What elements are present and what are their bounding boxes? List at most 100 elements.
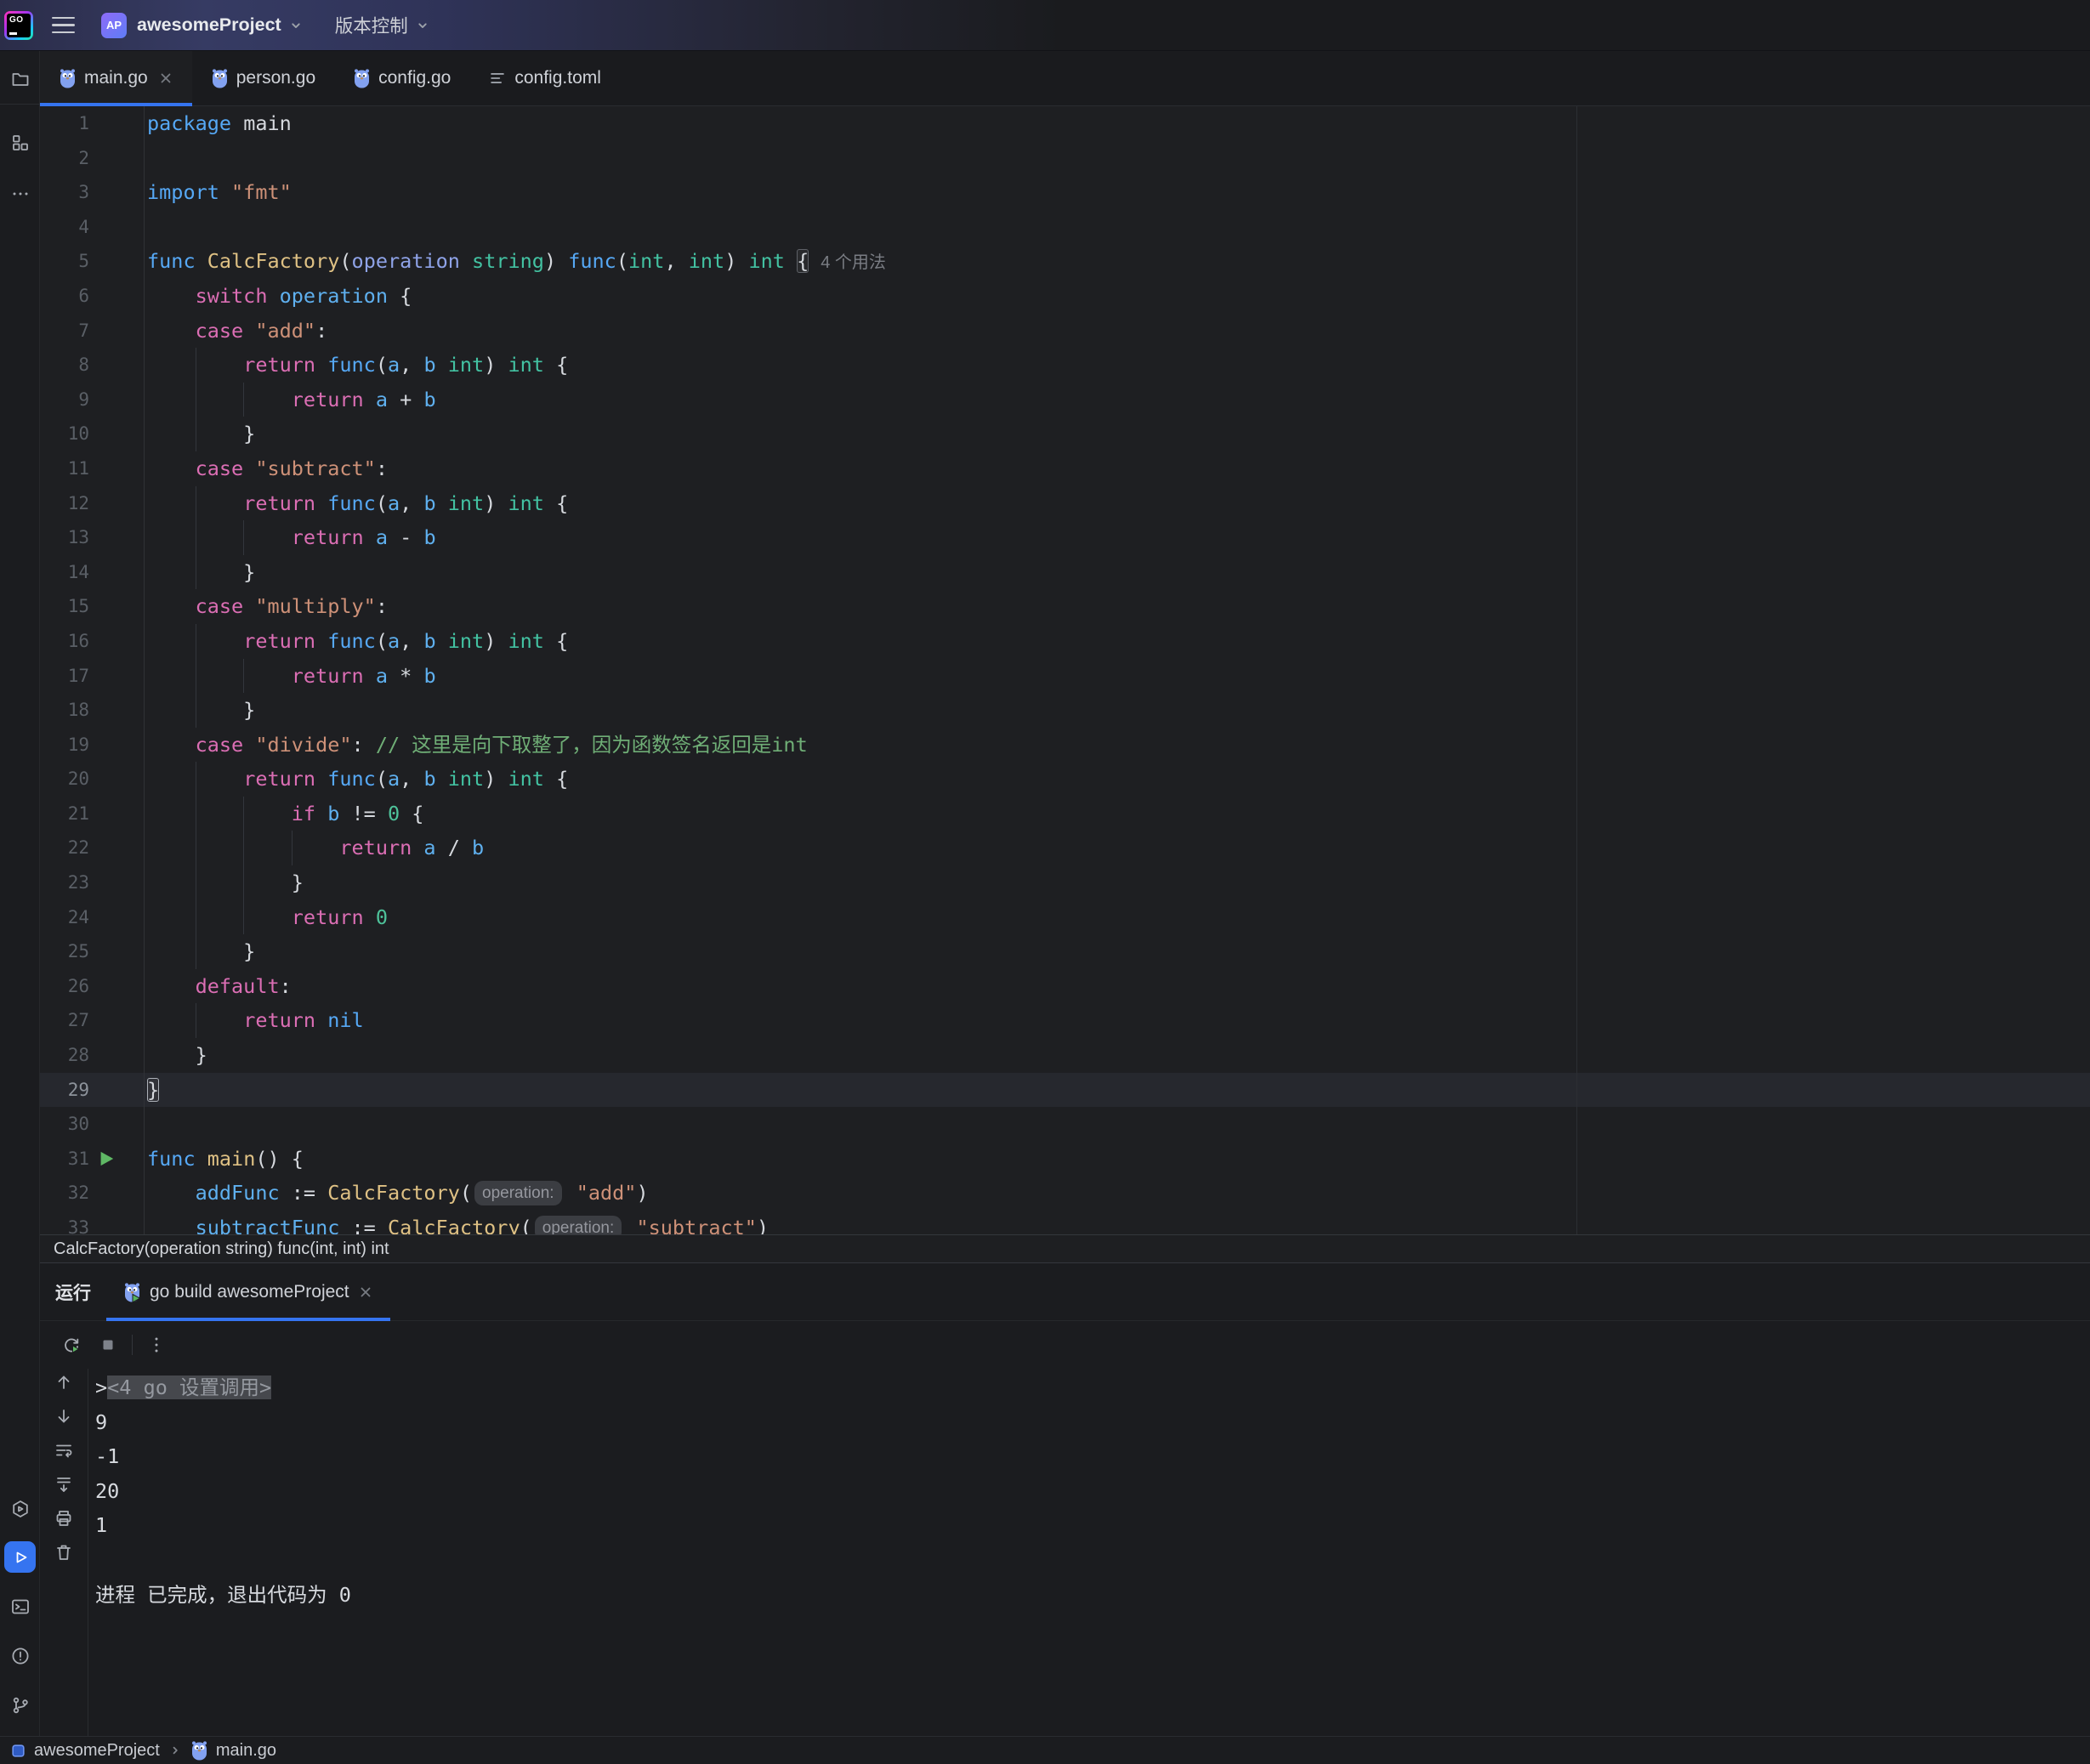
code-text: } [145,1073,2090,1108]
soft-wrap-icon [54,1440,74,1461]
soft-wrap-button[interactable] [52,1438,76,1462]
stop-button[interactable] [95,1332,121,1358]
line-number: 25 [40,934,89,969]
project-selector[interactable]: AP awesomeProject [101,13,304,38]
run-window-header: 运行 go build awesomeProject [40,1263,2090,1321]
more-options-button[interactable] [144,1332,169,1358]
code-line-7[interactable]: 7 case "add": [40,314,2090,349]
problems-tool-button[interactable] [8,1643,32,1668]
code-line-29[interactable]: 29} [40,1073,2090,1108]
services-icon [10,1499,31,1519]
line-number: 14 [40,555,89,590]
gutter [89,934,145,969]
code-line-10[interactable]: 10 } [40,417,2090,451]
tab-config.go[interactable]: config.go [334,51,469,105]
code-line-30[interactable]: 30 [40,1107,2090,1142]
gutter [89,279,145,314]
print-button[interactable] [52,1506,76,1530]
run-icon [10,1547,31,1568]
code-line-6[interactable]: 6 switch operation { [40,279,2090,314]
terminal-tool-button[interactable] [8,1594,32,1619]
code-line-11[interactable]: 11 case "subtract": [40,451,2090,486]
git-tool-button[interactable] [8,1693,32,1717]
code-line-24[interactable]: 24 return 0 [40,900,2090,935]
console-toolbar [40,1369,88,1736]
code-line-15[interactable]: 15 case "multiply": [40,589,2090,624]
tab-config.toml[interactable]: config.toml [469,51,620,105]
scroll-end-icon [54,1474,74,1495]
code-line-31[interactable]: 31func main() { [40,1142,2090,1177]
run-tool-button[interactable] [4,1541,36,1573]
code-line-13[interactable]: 13 return a - b [40,520,2090,555]
gutter [89,659,145,694]
go-file-icon [59,68,77,88]
gutter [89,210,145,245]
status-file-widget[interactable]: main.go [190,1740,276,1761]
run-gutter-icon[interactable] [94,1148,116,1170]
console-output[interactable]: ><4 go 设置调用>9-1201 进程 已完成，退出代码为 0 [88,1369,2090,1736]
gutter [89,865,145,900]
gutter [89,175,145,210]
code-line-32[interactable]: 32 addFunc := CalcFactory(operation: "ad… [40,1176,2090,1211]
context-info-bar: CalcFactory(operation string) func(int, … [40,1234,2090,1263]
code-line-18[interactable]: 18 } [40,693,2090,728]
gutter [89,520,145,555]
code-editor[interactable]: 1package main23import "fmt"45func CalcFa… [40,106,2090,1234]
console-line: 1 [95,1508,2090,1543]
code-line-26[interactable]: 26 default: [40,969,2090,1004]
code-text: } [145,865,2090,900]
run-config-tab[interactable]: go build awesomeProject [106,1263,390,1320]
next-occurrence-button[interactable] [52,1404,76,1428]
structure-tool-button[interactable] [8,130,32,155]
code-line-20[interactable]: 20 return func(a, b int) int { [40,762,2090,797]
more-tool-windows-button[interactable] [8,181,32,206]
code-line-8[interactable]: 8 return func(a, b int) int { [40,348,2090,383]
gutter [89,451,145,486]
project-tool-button[interactable] [8,66,32,91]
code-line-4[interactable]: 4 [40,210,2090,245]
code-line-3[interactable]: 3import "fmt" [40,175,2090,210]
git-icon [10,1695,31,1716]
code-line-14[interactable]: 14 } [40,555,2090,590]
code-line-23[interactable]: 23 } [40,865,2090,900]
code-line-5[interactable]: 5func CalcFactory(operation string) func… [40,244,2090,279]
status-project-widget[interactable]: awesomeProject [10,1741,160,1761]
code-line-33[interactable]: 33 subtractFunc := CalcFactory(operation… [40,1211,2090,1234]
code-line-16[interactable]: 16 return func(a, b int) int { [40,624,2090,659]
close-icon[interactable] [358,1285,373,1300]
code-line-28[interactable]: 28 } [40,1038,2090,1073]
code-line-19[interactable]: 19 case "divide": // 这里是向下取整了，因为函数签名返回是i… [40,728,2090,763]
code-text: switch operation { [145,279,2090,314]
prev-occurrence-button[interactable] [52,1370,76,1394]
code-line-21[interactable]: 21 if b != 0 { [40,797,2090,831]
code-text: } [145,934,2090,969]
rerun-button[interactable] [59,1332,84,1358]
line-number: 30 [40,1107,89,1142]
project-name: awesomeProject [137,14,281,36]
code-text [145,210,2090,245]
code-line-1[interactable]: 1package main [40,106,2090,141]
clear-all-button[interactable] [52,1540,76,1564]
indent-guide [243,383,244,417]
code-line-22[interactable]: 22 return a / b [40,831,2090,865]
line-number: 8 [40,348,89,383]
code-line-25[interactable]: 25 } [40,934,2090,969]
hamburger-menu-icon[interactable] [52,17,75,33]
close-icon[interactable] [158,71,173,86]
version-control-menu[interactable]: 版本控制 [335,12,431,38]
scroll-to-end-button[interactable] [52,1472,76,1496]
tab-main.go[interactable]: main.go [40,51,192,105]
line-number: 17 [40,659,89,694]
code-line-27[interactable]: 27 return nil [40,1003,2090,1038]
code-text: return func(a, b int) int { [145,624,2090,659]
line-number: 1 [40,106,89,141]
line-number: 31 [40,1142,89,1177]
code-line-9[interactable]: 9 return a + b [40,383,2090,417]
services-tool-button[interactable] [8,1496,32,1521]
code-line-17[interactable]: 17 return a * b [40,659,2090,694]
gutter [89,417,145,451]
tab-person.go[interactable]: person.go [192,51,334,105]
goland-logo-icon[interactable]: GO [4,11,33,40]
code-line-2[interactable]: 2 [40,141,2090,176]
code-line-12[interactable]: 12 return func(a, b int) int { [40,486,2090,521]
